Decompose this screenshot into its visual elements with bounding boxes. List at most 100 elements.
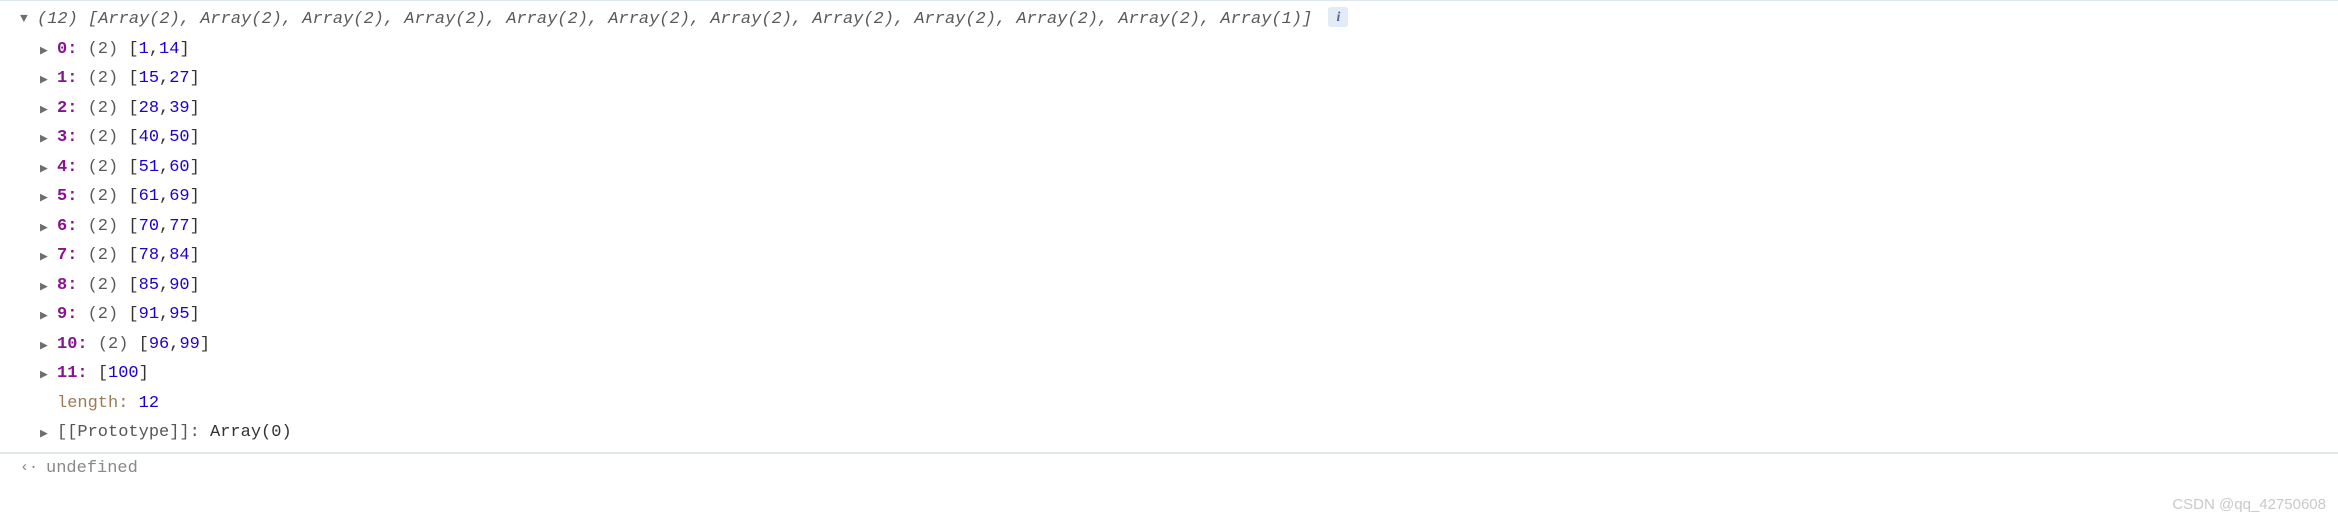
caret-right-icon[interactable]: ▶ [40, 100, 54, 120]
array-length-inline: (2) [88, 302, 119, 328]
caret-right-icon[interactable]: ▶ [40, 306, 54, 326]
prototype-key: [[Prototype]]: [57, 420, 200, 446]
array-item-row[interactable]: ▶7: (2) [78, 84] [40, 241, 2338, 271]
open-bracket: [ [128, 214, 138, 240]
open-bracket: [ [128, 243, 138, 269]
caret-right-icon[interactable]: ▶ [40, 365, 54, 385]
close-bracket: ] [179, 37, 189, 63]
close-bracket: ] [190, 243, 200, 269]
array-length-inline: (2) [88, 37, 119, 63]
array-item-row[interactable]: ▶8: (2) [85, 90] [40, 271, 2338, 301]
return-icon: ‹· [20, 457, 38, 480]
close-bracket: ] [190, 302, 200, 328]
array-item-row[interactable]: ▶5: (2) [61, 69] [40, 182, 2338, 212]
array-value: 50 [169, 125, 189, 151]
open-bracket: [ [128, 155, 138, 181]
comma: , [159, 302, 169, 328]
array-value: 1 [139, 37, 149, 63]
watermark: CSDN @qq_42750608 [2172, 494, 2326, 517]
array-length-inline: (2) [88, 125, 119, 151]
caret-down-icon[interactable]: ▼ [20, 9, 34, 29]
array-value: 70 [139, 214, 159, 240]
array-index: 9: [57, 302, 77, 328]
array-index: 6: [57, 214, 77, 240]
array-index: 8: [57, 273, 77, 299]
comma: , [169, 332, 179, 358]
close-bracket: ] [139, 361, 149, 387]
array-item-row[interactable]: ▶4: (2) [51, 60] [40, 153, 2338, 183]
array-value: 100 [108, 361, 139, 387]
array-value: 85 [139, 273, 159, 299]
caret-right-icon[interactable]: ▶ [40, 277, 54, 297]
array-value: 77 [169, 214, 189, 240]
array-length-inline: (2) [88, 96, 119, 122]
array-value: 84 [169, 243, 189, 269]
comma: , [159, 155, 169, 181]
caret-right-icon[interactable]: ▶ [40, 70, 54, 90]
caret-right-icon[interactable]: ▶ [40, 129, 54, 149]
array-value: 60 [169, 155, 189, 181]
caret-right-icon[interactable]: ▶ [40, 424, 54, 444]
close-bracket: ] [190, 66, 200, 92]
array-value: 39 [169, 96, 189, 122]
caret-right-icon[interactable]: ▶ [40, 188, 54, 208]
array-index: 11: [57, 361, 88, 387]
array-item-row[interactable]: ▶6: (2) [70, 77] [40, 212, 2338, 242]
length-key: length: [57, 391, 128, 417]
array-item-row[interactable]: ▶10: (2) [96, 99] [40, 330, 2338, 360]
array-item-row[interactable]: ▶0: (2) [1, 14] [40, 35, 2338, 65]
comma: , [159, 243, 169, 269]
comma: , [149, 37, 159, 63]
open-bracket: [ [128, 66, 138, 92]
close-bracket: ] [190, 184, 200, 210]
array-index: 5: [57, 184, 77, 210]
array-item-row[interactable]: ▶1: (2) [15, 27] [40, 64, 2338, 94]
array-item-row[interactable]: ▶3: (2) [40, 50] [40, 123, 2338, 153]
caret-right-icon[interactable]: ▶ [40, 218, 54, 238]
close-bracket: ] [190, 96, 200, 122]
caret-right-icon[interactable]: ▶ [40, 41, 54, 61]
array-value: 61 [139, 184, 159, 210]
caret-right-icon[interactable]: ▶ [40, 336, 54, 356]
array-children: ▶0: (2) [1, 14]▶1: (2) [15, 27]▶2: (2) [… [0, 35, 2338, 448]
array-value: 96 [149, 332, 169, 358]
array-length-inline: (2) [98, 332, 129, 358]
array-value: 91 [139, 302, 159, 328]
comma: , [159, 125, 169, 151]
array-value: 90 [169, 273, 189, 299]
comma: , [159, 214, 169, 240]
open-bracket: [ [128, 302, 138, 328]
info-icon[interactable]: i [1328, 7, 1348, 27]
comma: , [159, 184, 169, 210]
array-summary-row[interactable]: ▼ (12) [Array(2), Array(2), Array(2), Ar… [0, 5, 2338, 35]
array-length-inline: (2) [88, 214, 119, 240]
array-value: 14 [159, 37, 179, 63]
comma: , [159, 96, 169, 122]
prototype-row[interactable]: ▶[[Prototype]]: Array(0) [40, 418, 2338, 448]
close-bracket: ] [190, 273, 200, 299]
open-bracket: [ [98, 361, 108, 387]
open-bracket: [ [128, 273, 138, 299]
array-item-row[interactable]: ▶11: [100] [40, 359, 2338, 389]
array-index: 3: [57, 125, 77, 151]
array-length-inline: (2) [88, 273, 119, 299]
array-value: 51 [139, 155, 159, 181]
array-item-row[interactable]: ▶2: (2) [28, 39] [40, 94, 2338, 124]
array-index: 10: [57, 332, 88, 358]
array-index: 2: [57, 96, 77, 122]
array-index: 4: [57, 155, 77, 181]
close-bracket: ] [190, 125, 200, 151]
caret-right-icon[interactable]: ▶ [40, 159, 54, 179]
array-value: 40 [139, 125, 159, 151]
array-length-inline: (2) [88, 184, 119, 210]
spacer [40, 395, 54, 415]
prototype-value: Array(0) [210, 420, 292, 446]
array-value: 69 [169, 184, 189, 210]
open-bracket: [ [128, 37, 138, 63]
array-item-row[interactable]: ▶9: (2) [91, 95] [40, 300, 2338, 330]
array-length-inline: (2) [88, 155, 119, 181]
array-value: 95 [169, 302, 189, 328]
array-value: 15 [139, 66, 159, 92]
caret-right-icon[interactable]: ▶ [40, 247, 54, 267]
array-value: 28 [139, 96, 159, 122]
